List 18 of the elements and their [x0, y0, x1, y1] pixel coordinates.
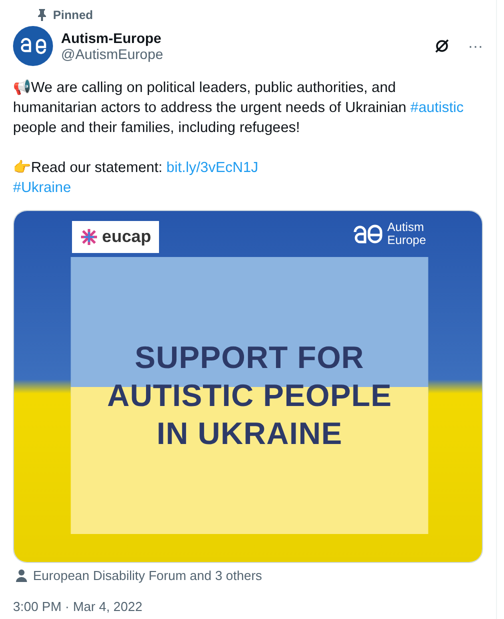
avatar[interactable] — [13, 26, 53, 66]
more-button[interactable]: ··· — [468, 38, 483, 54]
headline-text: IN UKRAINE — [156, 414, 342, 452]
tagged-people[interactable]: European Disability Forum and 3 others — [33, 568, 262, 583]
author-name[interactable]: Autism-Europe — [61, 30, 426, 46]
author-handle[interactable]: @AutismEurope — [61, 46, 426, 62]
eucap-logo: eucap — [72, 221, 160, 253]
autism-europe-logo: Autism Europe — [353, 221, 426, 247]
star-icon — [80, 228, 98, 246]
post-text: 👉Read our statement: bit.ly/3vEcN1J — [13, 159, 260, 178]
post-text: 📢We are calling on political leaders, public authorities, and humanitarian actors to address the urgent needs of Ukrainian #autistic people and their families, including refugees! — [13, 78, 465, 138]
pin-icon — [37, 9, 47, 21]
post-image[interactable]: eucap Autism Europe SUPPORT FOR AUTISTIC PEOPLE IN UKRAINE — [13, 210, 483, 563]
headline-text: SUPPORT FOR — [134, 338, 364, 376]
pinned-label: Pinned — [53, 8, 94, 22]
headline-text: AUTISTIC PEOPLE — [107, 376, 392, 414]
person-icon — [16, 569, 27, 582]
post-timestamp[interactable]: 3:00 PM · Mar 4, 2022 — [13, 599, 483, 614]
